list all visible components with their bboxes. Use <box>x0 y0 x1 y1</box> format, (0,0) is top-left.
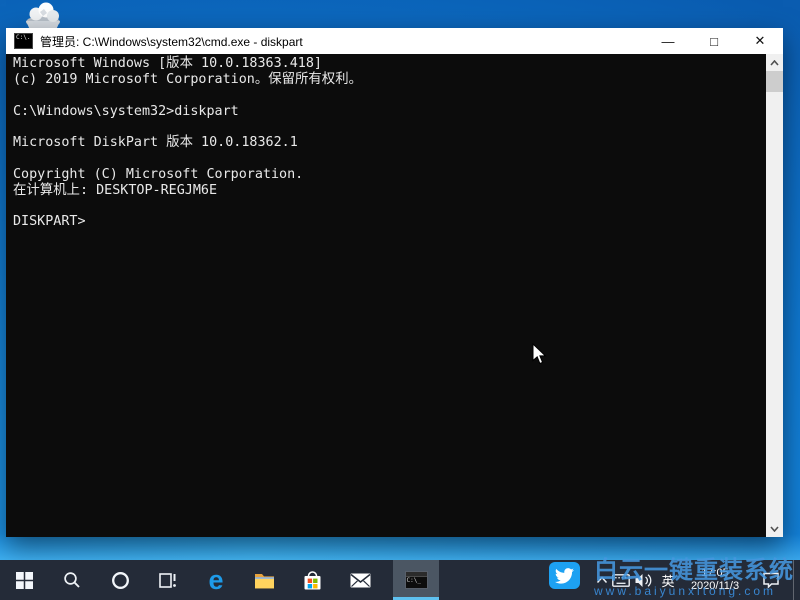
mail-icon <box>350 573 371 588</box>
desktop: C:\. 管理员: C:\Windows\system32\cmd.exe - … <box>0 0 800 600</box>
windows-logo-icon <box>16 572 33 589</box>
mouse-cursor <box>532 343 547 365</box>
cmd-window: C:\. 管理员: C:\Windows\system32\cmd.exe - … <box>6 28 783 537</box>
recycle-bin-icon[interactable] <box>20 0 66 30</box>
start-button[interactable] <box>0 560 48 600</box>
task-view-button[interactable] <box>144 560 192 600</box>
touch-keyboard-button[interactable] <box>611 560 631 600</box>
hidden-icons-button[interactable] <box>593 560 611 600</box>
window-title: 管理员: C:\Windows\system32\cmd.exe - diskp… <box>40 33 645 50</box>
search-button[interactable] <box>48 560 96 600</box>
system-tray: 英 17:05 2020/11/3 <box>593 560 800 600</box>
twitter-taskbar-button[interactable] <box>549 562 580 589</box>
show-desktop-button[interactable] <box>793 560 800 600</box>
tray-time: 17:05 <box>691 567 739 580</box>
microsoft-store-button[interactable] <box>288 560 336 600</box>
clock[interactable]: 17:05 2020/11/3 <box>681 560 749 600</box>
console-text: Microsoft Windows [版本 10.0.18363.418] (c… <box>6 54 783 230</box>
chevron-down-icon <box>770 526 779 532</box>
cortana-button[interactable] <box>96 560 144 600</box>
task-view-icon <box>159 572 178 589</box>
edge-button[interactable]: e <box>192 560 240 600</box>
notification-icon <box>762 572 780 589</box>
ime-label: 英 <box>661 571 674 590</box>
scroll-up-button[interactable] <box>766 54 783 71</box>
console-area[interactable]: Microsoft Windows [版本 10.0.18363.418] (c… <box>6 54 783 537</box>
cmd-taskbar-button[interactable]: C:\_ <box>393 560 439 600</box>
taskbar: e <box>0 560 800 600</box>
ime-indicator[interactable]: 英 <box>655 560 681 600</box>
volume-button[interactable] <box>631 560 655 600</box>
mail-button[interactable] <box>336 560 384 600</box>
folder-icon <box>254 572 275 589</box>
file-explorer-button[interactable] <box>240 560 288 600</box>
scroll-down-button[interactable] <box>766 520 783 537</box>
store-icon <box>303 570 322 591</box>
chevron-up-icon <box>596 576 608 584</box>
keyboard-icon <box>612 574 630 587</box>
cmd-icon: C:\. <box>14 33 33 49</box>
chevron-up-icon <box>770 60 779 66</box>
scrollbar-thumb[interactable] <box>766 71 783 92</box>
twitter-bird-icon <box>555 568 574 584</box>
close-button[interactable]: ✕ <box>737 28 783 54</box>
speaker-icon <box>634 573 653 588</box>
search-icon <box>63 571 81 589</box>
cmd-icon: C:\_ <box>405 571 428 589</box>
wallpaper-glow <box>0 534 800 560</box>
window-controls: — □ ✕ <box>645 28 783 54</box>
action-center-button[interactable] <box>749 560 793 600</box>
title-bar[interactable]: C:\. 管理员: C:\Windows\system32\cmd.exe - … <box>6 28 783 54</box>
edge-icon: e <box>208 567 223 594</box>
cortana-icon <box>111 571 130 590</box>
maximize-button[interactable]: □ <box>691 28 737 54</box>
scrollbar[interactable] <box>766 54 783 537</box>
tray-date: 2020/11/3 <box>691 580 739 593</box>
